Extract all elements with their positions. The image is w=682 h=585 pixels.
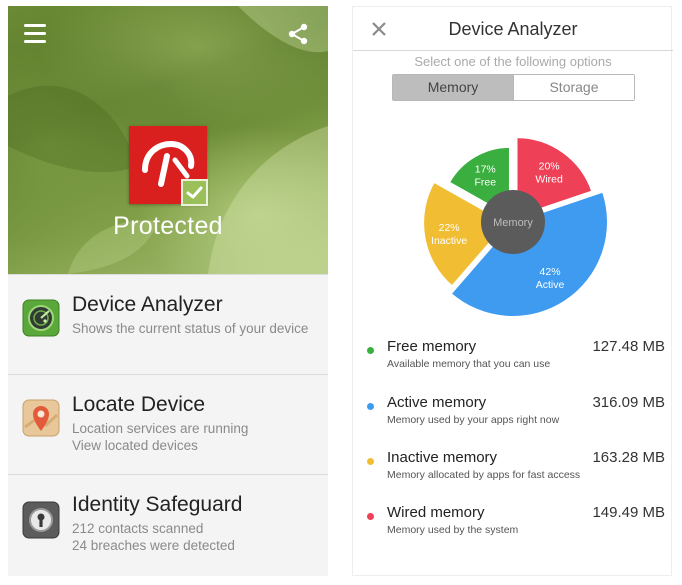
pie-slice-percent: 20% [539,161,560,173]
feature-subtitle: Location services are running [72,421,249,436]
location-pin-icon [22,399,60,437]
legend-name: Free memory [387,338,477,355]
home-screen: Protected Device Analyzer Shows the curr… [8,6,328,576]
legend-dot [367,403,374,410]
share-icon[interactable] [286,22,310,46]
legend-value: 163.28 MB [592,449,665,466]
checkmark-icon [186,186,203,199]
pie-center-label: Memory [493,217,533,229]
legend-value: 127.48 MB [592,338,665,355]
legend-dot [367,347,374,354]
pie-slice-percent: 42% [540,266,561,278]
pie-slice-label: Active [536,279,565,291]
radar-icon [22,299,60,337]
feature-subtitle: 212 contacts scanned [72,521,204,536]
legend-name: Active memory [387,394,487,411]
legend-description: Available memory that you can use [387,358,551,370]
legend-value: 316.09 MB [592,394,665,411]
feature-identity-safeguard[interactable]: Identity Safeguard 212 contacts scanned … [8,474,328,575]
memory-pie-chart: 20%Wired 42%Active 22%Inactive 17%Free Memor… [422,136,609,318]
pie-slice-label: Inactive [431,235,467,247]
menu-icon [24,24,46,27]
feature-subtitle: View located devices [72,438,198,453]
feature-device-analyzer[interactable]: Device Analyzer Shows the current status… [8,274,328,375]
legend-name: Wired memory [387,504,485,521]
keyhole-lock-icon [22,501,60,539]
pie-slice-percent: 22% [439,222,460,234]
legend-dot [367,513,374,520]
legend-description: Memory allocated by apps for fast access [387,469,581,481]
pie-slice-percent: 17% [475,164,496,176]
page-title: Device Analyzer [448,19,578,39]
feature-subtitle: 24 breaches were detected [72,538,235,553]
tab-storage[interactable]: Storage [513,75,634,100]
feature-title: Identity Safeguard [72,493,243,516]
feature-subtitle: Shows the current status of your device [72,321,309,336]
legend-value: 149.49 MB [592,504,665,521]
legend-description: Memory used by the system [387,524,519,536]
pie-slice-label: Wired [535,174,563,186]
feature-locate-device[interactable]: Locate Device Location services are runn… [8,374,328,475]
legend-name: Inactive memory [387,449,498,466]
tab-memory[interactable]: Memory [393,75,513,100]
memory-storage-toggle: Memory Storage [392,74,635,101]
hero-banner: Protected [8,6,328,274]
option-prompt: Select one of the following options [414,54,612,69]
legend-item-free: Free memory Available memory that you ca… [353,331,673,381]
feature-title: Device Analyzer [72,293,223,316]
legend-item-active: Active memory Memory used by your apps r… [353,387,673,437]
feature-title: Locate Device [72,393,206,416]
legend-dot [367,458,374,465]
menu-button[interactable] [24,24,46,44]
protected-check-badge [181,179,208,206]
device-analyzer-screen: Device Analyzer Select one of the follow… [352,6,673,576]
legend-item-inactive: Inactive memory Memory allocated by apps… [353,442,673,492]
pie-slice-label: Free [474,177,496,189]
legend-description: Memory used by your apps right now [387,414,560,426]
protection-status: Protected [113,212,223,240]
header-divider [353,50,673,51]
legend-item-wired: Wired memory Memory used by the system 1… [353,497,673,547]
